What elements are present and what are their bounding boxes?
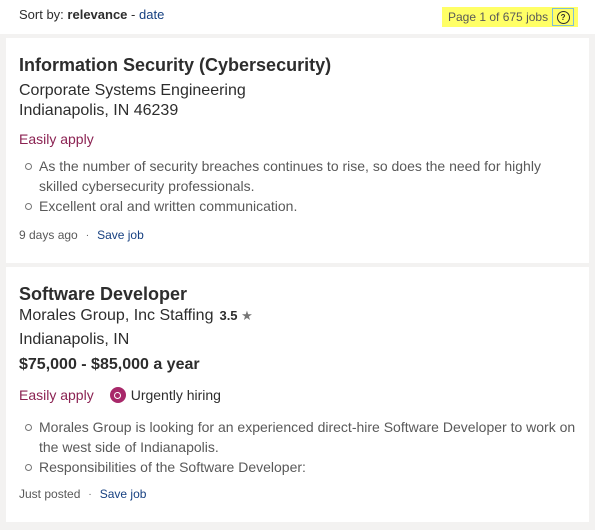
results-header: Sort by: relevance - date Page 1 of 675 … — [0, 0, 595, 34]
page-count-text: Page 1 of 675 jobs — [448, 10, 549, 24]
page-count: Page 1 of 675 jobs ? — [442, 7, 579, 27]
job-meta: Just posted · Save job — [19, 487, 146, 501]
job-location: Indianapolis, IN — [19, 331, 130, 348]
snippet-item: Excellent oral and written communication… — [25, 196, 576, 216]
job-snippet: Morales Group is looking for an experien… — [19, 417, 576, 477]
posted-date: Just posted — [19, 487, 81, 501]
star-icon: ★ — [241, 308, 253, 323]
clock-icon — [109, 387, 126, 403]
sort-controls: Sort by: relevance - date — [19, 7, 164, 22]
job-meta: 9 days ago · Save job — [19, 228, 144, 242]
company-name: Corporate Systems Engineering — [19, 82, 246, 99]
easy-apply-badge: Easily apply — [19, 387, 94, 403]
sort-separator: - — [131, 7, 136, 22]
posted-date: 9 days ago — [19, 228, 78, 242]
meta-separator: · — [85, 229, 90, 241]
urgently-hiring-label: Urgently hiring — [130, 387, 221, 403]
meta-separator: · — [88, 488, 92, 500]
urgently-hiring-badge: Urgently hiring — [109, 387, 221, 403]
sort-label: Sort by: — [19, 7, 64, 22]
job-card[interactable]: Software Developer Morales Group, Inc St… — [6, 267, 589, 522]
job-title-link[interactable]: Information Security (Cybersecurity) — [19, 55, 331, 76]
job-snippet: As the number of security breaches conti… — [19, 156, 576, 216]
snippet-item: Morales Group is looking for an experien… — [25, 419, 576, 455]
job-location: Indianapolis, IN 46239 — [19, 102, 179, 119]
save-job-link[interactable]: Save job — [100, 487, 147, 501]
help-button[interactable]: ? — [552, 8, 575, 26]
question-circle-icon: ? — [556, 10, 570, 24]
company-rating: 3.5 ★ — [219, 308, 252, 324]
easy-apply-badge: Easily apply — [19, 131, 94, 147]
job-card[interactable]: Information Security (Cybersecurity) Cor… — [6, 38, 589, 263]
snippet-item: As the number of security breaches conti… — [25, 156, 576, 196]
sort-date-link[interactable]: date — [139, 7, 164, 22]
company-name[interactable]: Morales Group, Inc Staffing — [19, 307, 213, 325]
salary: $75,000 - $85,000 a year — [19, 356, 200, 373]
rating-value: 3.5 — [219, 308, 238, 323]
job-title-link[interactable]: Software Developer — [19, 284, 187, 305]
save-job-link[interactable]: Save job — [97, 228, 144, 242]
snippet-item: Responsibilities of the Software Develop… — [25, 457, 576, 477]
sort-relevance-option[interactable]: relevance — [67, 7, 127, 22]
